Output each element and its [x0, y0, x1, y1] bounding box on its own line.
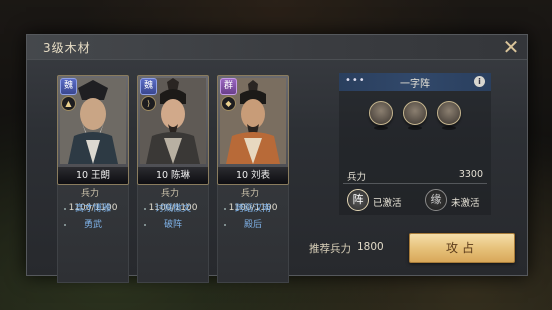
bullet-icon [144, 224, 146, 226]
bullet-icon [144, 208, 146, 210]
hero-skill[interactable]: 高才博雅 [57, 201, 129, 217]
hero-troops: 兵力1100/1100 [57, 187, 129, 213]
total-troops-value: 3300 [458, 169, 483, 180]
troops-label: 兵力 [240, 189, 259, 199]
formation-panel: ••• 一字阵 i 兵力 3300 阵 已激活 缘 未激活 [339, 73, 491, 215]
faction-badge: 魏 [60, 78, 77, 95]
skill-label: 讨贼檄文 [154, 204, 191, 214]
faction-badge: 魏 [140, 78, 157, 95]
formation-slot-avatar[interactable] [403, 101, 427, 130]
close-icon[interactable]: ✕ [501, 37, 521, 57]
hero-skill[interactable]: 勇武 [57, 217, 129, 233]
bullet-icon [224, 208, 226, 210]
hero-name: 10 王朗 [58, 167, 128, 184]
bullet-icon [224, 224, 226, 226]
fire-icon: ▲ [61, 96, 76, 111]
hero-portrait-frame: 魏 ▲ 10 王朗 [57, 75, 129, 185]
skill-label: 殿后 [243, 220, 262, 230]
skill-label: 高才博雅 [74, 204, 111, 214]
hero-troops: 兵力1100/1100 [137, 187, 209, 213]
bullet-icon [64, 224, 66, 226]
skill-label: 破阵 [163, 220, 182, 230]
recommended-troops-value: 1800 [357, 241, 384, 253]
recommended-troops-label: 推荐兵力 [309, 243, 351, 255]
hero-name: 10 刘表 [218, 167, 288, 184]
hero-skill[interactable]: 殿后 [217, 217, 289, 233]
total-troops-label: 兵力 [347, 172, 367, 183]
hero-name: 10 陈琳 [138, 167, 208, 184]
skill-label: 勇武 [83, 220, 102, 230]
hero-card[interactable]: 魏 ▲ 10 王朗 兵力1100/1100 高才博雅 勇武 [57, 75, 129, 287]
formation-name: 一字阵 [400, 79, 430, 90]
hero-portrait-frame: 魏 ⟩ 10 陈琳 [137, 75, 209, 185]
dialog-title: 3级木材 [43, 41, 91, 55]
bow-icon: ⟩ [141, 96, 156, 111]
hero-card[interactable]: 群 ◆ 10 刘表 兵力1100/1100 跨蹈汉南 殿后 [217, 75, 289, 287]
divider [343, 183, 487, 184]
dialog-header: 3级木材 ✕ [27, 35, 527, 60]
troops-label: 兵力 [160, 189, 179, 199]
bond-status-label: 未激活 [451, 198, 480, 209]
formation-status-label: 已激活 [373, 198, 402, 209]
hero-portrait-frame: 群 ◆ 10 刘表 [217, 75, 289, 185]
attack-dialog: 3级木材 ✕ 魏 ▲ 10 王朗 兵力1100/1100 高才博雅 勇武 魏 ⟩… [26, 34, 528, 283]
formation-slot-avatar[interactable] [437, 101, 461, 130]
hero-card[interactable]: 魏 ⟩ 10 陈琳 兵力1100/1100 讨贼檄文 破阵 [137, 75, 209, 287]
info-icon[interactable]: i [474, 76, 485, 87]
formation-status-icon[interactable]: 阵 [347, 189, 369, 211]
hero-troops: 兵力1100/1100 [217, 187, 289, 213]
skill-label: 跨蹈汉南 [234, 204, 271, 214]
bond-status-icon[interactable]: 缘 [425, 189, 447, 211]
hero-skill[interactable]: 破阵 [137, 217, 209, 233]
formation-slot-avatar[interactable] [369, 101, 393, 130]
attack-button[interactable]: 攻占 [409, 233, 515, 263]
hero-skill[interactable]: 讨贼檄文 [137, 201, 209, 217]
formation-header[interactable]: ••• 一字阵 i [339, 73, 491, 91]
faction-badge: 群 [220, 78, 237, 95]
shield-icon: ◆ [221, 96, 236, 111]
bullet-icon [64, 208, 66, 210]
hero-skill[interactable]: 跨蹈汉南 [217, 201, 289, 217]
troops-label: 兵力 [80, 189, 99, 199]
total-troops: 兵力 3300 [339, 169, 491, 183]
